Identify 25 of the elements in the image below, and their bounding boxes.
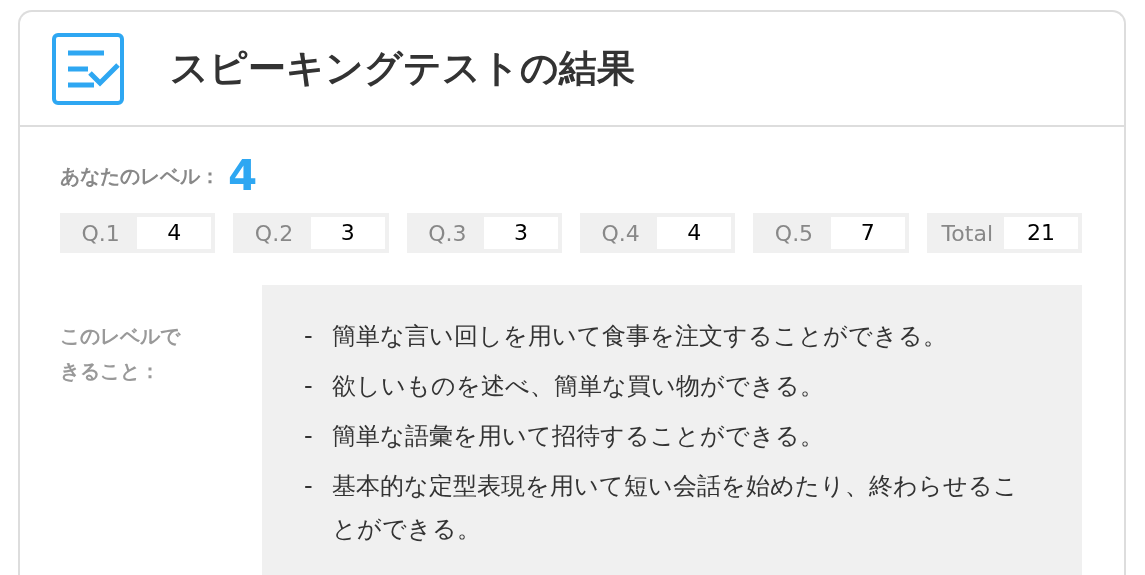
- bullet-mark: -: [304, 371, 314, 402]
- can-do-item: 基本的な定型表現を用いて短い会話を始めたり、終わらせることができる。: [332, 471, 1019, 545]
- can-do-item: 欲しいものを述べ、簡単な買い物ができる。: [332, 371, 825, 402]
- page-title: スピーキングテストの結果: [170, 45, 635, 92]
- can-do-item: 簡単な言い回しを用いて食事を注文することができる。: [332, 321, 948, 352]
- can-do-item: 簡単な語彙を用いて招待することができる。: [332, 421, 825, 452]
- level-value: 4: [228, 155, 258, 197]
- level-label: あなたのレベル：: [60, 163, 220, 190]
- score-value: 4: [657, 217, 732, 249]
- score-label: Q.1: [80, 219, 121, 248]
- bullet-mark: -: [304, 421, 314, 452]
- score-label: Q.4: [600, 219, 641, 248]
- checklist-icon: [52, 32, 124, 105]
- score-label: Q.3: [427, 219, 468, 248]
- can-do-label: このレベルできること：: [60, 323, 180, 385]
- score-value: 3: [484, 217, 558, 249]
- bullet-mark: -: [304, 471, 314, 502]
- bullet-mark: -: [304, 321, 314, 352]
- score-value: 21: [1003, 217, 1078, 249]
- score-value: 4: [137, 217, 212, 249]
- score-label: Q.2: [253, 219, 295, 248]
- score-value: 7: [830, 217, 905, 249]
- score-label: Total: [940, 219, 994, 248]
- score-label: Q.5: [773, 219, 815, 248]
- score-value: 3: [310, 217, 385, 249]
